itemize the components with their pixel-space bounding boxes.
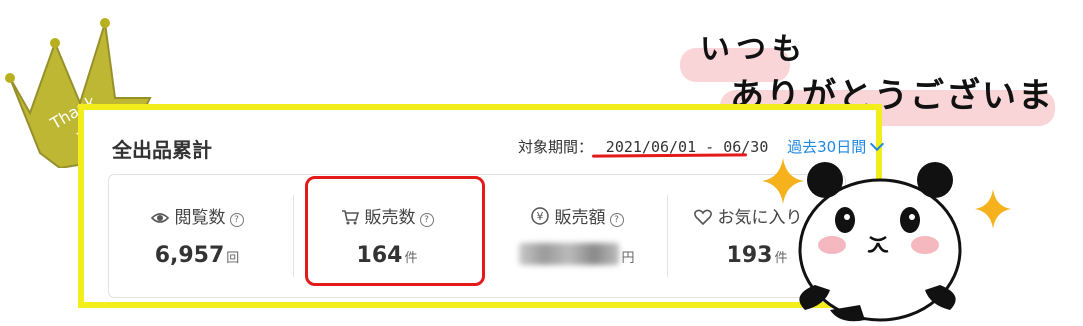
help-icon[interactable]: ?: [609, 213, 624, 227]
panda-illustration: [798, 162, 962, 322]
help-icon[interactable]: ?: [229, 213, 244, 227]
stat-value: 193: [726, 243, 773, 268]
stat-sales-amount: ¥ 販売額? 円: [489, 175, 665, 297]
stat-label: 閲覧数: [174, 208, 226, 228]
stat-unit: 円: [621, 251, 635, 266]
period-label: 対象期間：: [518, 138, 594, 156]
stat-views: 閲覧数? 6,957 回: [109, 175, 285, 297]
stat-unit: 回: [226, 251, 240, 266]
yen-icon: ¥: [530, 207, 549, 225]
panel-title: 全出品累計: [112, 138, 212, 162]
stat-value: 6,957: [154, 243, 225, 268]
eye-icon: [150, 213, 169, 223]
greeting-line-1: いつも: [700, 32, 808, 67]
blurred-amount: [519, 243, 620, 265]
highlight-box: [305, 176, 485, 286]
heart-icon: [693, 209, 712, 225]
divider: [667, 195, 668, 277]
divider: [293, 195, 294, 277]
svg-text:¥: ¥: [536, 210, 543, 223]
stat-label: 販売額: [554, 208, 606, 228]
